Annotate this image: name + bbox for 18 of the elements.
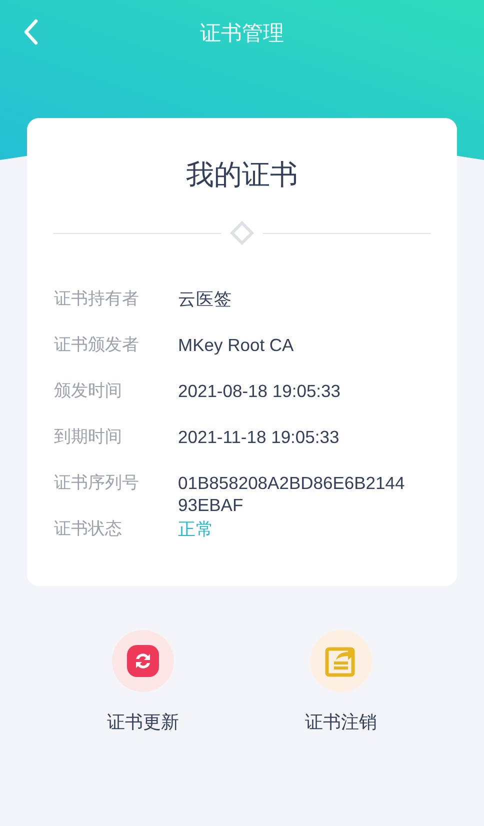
field-label: 证书持有者 xyxy=(54,288,140,310)
field-label: 颁发时间 xyxy=(54,380,123,402)
field-value: 云医签 xyxy=(178,288,233,310)
status-value: 正常 xyxy=(178,518,215,540)
page-title: 证书管理 xyxy=(200,21,284,47)
action-button[interactable]: 证书更新 xyxy=(78,630,208,734)
field-value: 2021-08-18 19:05:33 xyxy=(178,380,342,402)
field-value: 2021-11-18 19:05:33 xyxy=(178,426,340,448)
field-label: 证书状态 xyxy=(54,518,123,540)
field-label: 证书序列号 xyxy=(54,472,140,494)
field-value: 01B858208A2BD86E6B214493EBAF xyxy=(178,472,406,516)
diamond-icon xyxy=(229,220,255,246)
field-label: 证书颁发者 xyxy=(54,334,140,356)
field-value: MKey Root CA xyxy=(178,334,295,356)
card-title: 我的证书 xyxy=(185,160,299,190)
action-button[interactable]: 证书注销 xyxy=(276,630,406,734)
refresh-icon xyxy=(126,644,160,678)
field-label: 到期时间 xyxy=(54,426,123,448)
